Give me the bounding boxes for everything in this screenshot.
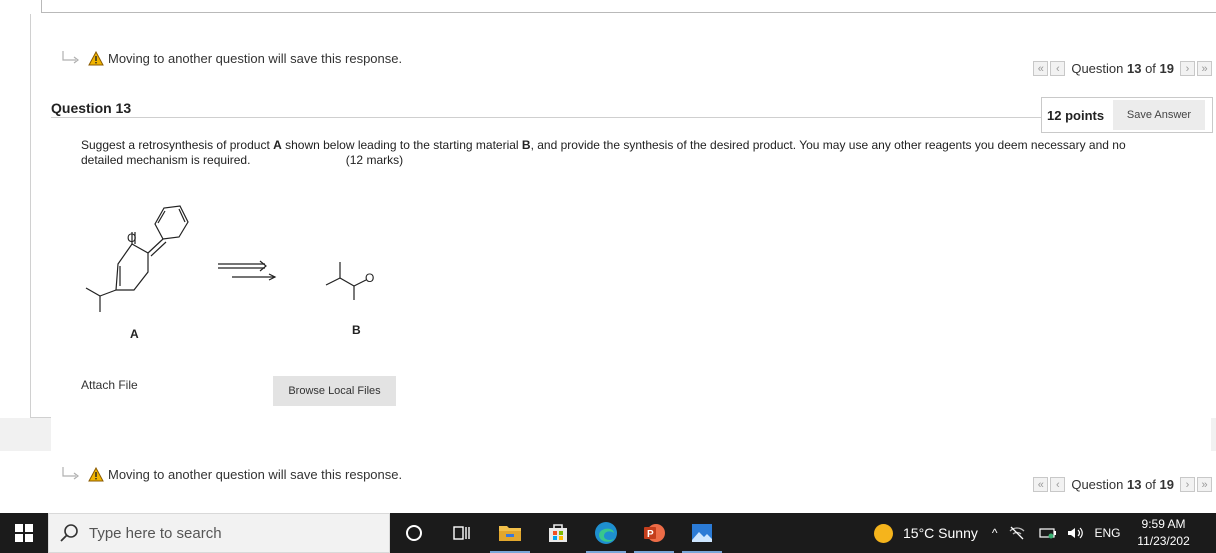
question-position: Question 13 of 19	[1071, 61, 1174, 76]
file-explorer-button[interactable]	[486, 513, 534, 553]
store-icon	[549, 524, 567, 542]
clock-time: 9:59 AM	[1141, 517, 1186, 531]
last-question-button[interactable]: »	[1197, 477, 1212, 492]
store-button[interactable]	[534, 513, 582, 553]
next-question-button[interactable]: ›	[1180, 61, 1195, 76]
search-placeholder: Type here to search	[89, 524, 222, 542]
edge-browser-icon	[595, 522, 617, 544]
weather-widget[interactable]: 15°C Sunny	[874, 523, 978, 543]
retrosynthesis-scheme: O O	[85, 205, 374, 312]
left-gutter-shade	[0, 418, 51, 451]
taskbar: Type here to search P 15°C Sunny ^ ENG 9…	[0, 513, 1216, 553]
powerpoint-button[interactable]: P	[630, 513, 678, 553]
taskbar-search-box[interactable]: Type here to search	[48, 513, 390, 553]
svg-text:P: P	[647, 529, 654, 540]
next-question-button[interactable]: ›	[1180, 477, 1195, 492]
return-arrow-icon	[62, 467, 79, 480]
search-icon	[60, 524, 78, 542]
carbonyl-o-label: O	[127, 231, 136, 245]
last-question-button[interactable]: »	[1197, 61, 1212, 76]
points-value: 12 points	[1047, 107, 1105, 123]
sun-icon	[874, 523, 893, 543]
question-marks: (12 marks)	[345, 153, 404, 167]
question-divider	[51, 117, 1042, 118]
save-notice-text: Moving to another question will save thi…	[108, 466, 403, 482]
product-a-structure	[85, 205, 189, 312]
windows-logo-icon	[15, 524, 33, 542]
chevron-up-icon[interactable]: ^	[992, 526, 998, 540]
question-text: Suggest a retrosynthesis of product A sh…	[81, 138, 1126, 167]
speaker-icon[interactable]	[1067, 526, 1085, 540]
weather-text: 15°C Sunny	[903, 525, 978, 541]
points-box: 12 points Save Answer	[1041, 97, 1213, 133]
save-answer-button[interactable]: Save Answer	[1113, 100, 1205, 130]
previous-question-button[interactable]: ‹	[1050, 477, 1066, 492]
starting-material-b-label: B	[352, 323, 361, 337]
save-notice-top: Moving to another question will save thi…	[60, 50, 402, 66]
cortana-icon	[406, 525, 422, 541]
question-position: Question 13 of 19	[1071, 477, 1174, 492]
product-a-label: A	[130, 327, 139, 341]
cortana-button[interactable]	[390, 513, 438, 553]
battery-icon[interactable]	[1038, 527, 1057, 539]
folder-icon	[499, 526, 521, 541]
system-tray: ^ ENG	[992, 526, 1132, 540]
starting-material-b-structure	[325, 262, 367, 300]
previous-question-button[interactable]: ‹	[1050, 61, 1066, 76]
retro-arrow-icon	[218, 260, 277, 281]
start-button[interactable]	[0, 513, 48, 553]
aldehyde-o-label: O	[365, 271, 374, 285]
photos-button[interactable]	[678, 513, 726, 553]
browse-local-files-button[interactable]: Browse Local Files	[273, 376, 396, 406]
task-view-icon	[453, 526, 470, 540]
save-notice-text: Moving to another question will save thi…	[108, 50, 403, 66]
top-frame	[0, 0, 1216, 14]
warning-icon	[88, 50, 104, 65]
save-notice-bottom: Moving to another question will save thi…	[60, 466, 402, 482]
task-view-button[interactable]	[438, 513, 486, 553]
photos-icon	[692, 524, 712, 542]
first-question-button[interactable]: «	[1033, 477, 1049, 492]
content-border-left	[30, 14, 31, 417]
network-offline-icon[interactable]	[1009, 526, 1025, 540]
powerpoint-icon: P	[644, 524, 665, 542]
first-question-button[interactable]: «	[1033, 61, 1049, 76]
right-gutter-shade	[1211, 418, 1216, 451]
warning-icon	[88, 466, 104, 481]
question-nav-bottom: « ‹ Question 13 of 19 › »	[1033, 477, 1212, 492]
return-arrow-icon	[62, 51, 79, 64]
edge-button[interactable]	[582, 513, 630, 553]
clock-date: 11/23/202	[1137, 534, 1190, 548]
language-indicator[interactable]: ENG	[1095, 526, 1121, 540]
attach-file-label: Attach File	[81, 378, 138, 392]
question-nav-top: « ‹ Question 13 of 19 › »	[1033, 61, 1212, 76]
question-title: Question 13	[51, 100, 132, 116]
clock[interactable]: 9:59 AM 11/23/202	[1136, 516, 1192, 550]
